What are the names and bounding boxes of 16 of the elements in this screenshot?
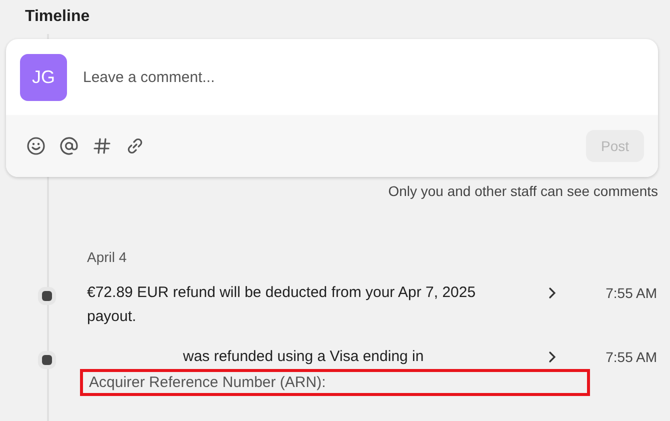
section-title: Timeline <box>24 7 91 27</box>
event-time: 7:55 AM <box>606 348 658 367</box>
mention-icon[interactable] <box>59 136 79 156</box>
link-icon[interactable] <box>125 136 145 156</box>
visibility-note: Only you and other staff can see comments <box>388 183 658 199</box>
chevron-icon[interactable] <box>547 287 557 299</box>
hashtag-icon[interactable] <box>92 136 112 156</box>
chevron-icon[interactable] <box>547 351 557 363</box>
event-text: €72.89 EUR refund will be deducted from your Apr 7, 2025 payout. <box>87 283 477 327</box>
avatar: JG <box>20 54 67 100</box>
event-note: Acquirer Reference Number (ARN): <box>89 374 326 391</box>
emoji-icon[interactable] <box>26 136 46 156</box>
event-time: 7:55 AM <box>606 284 658 303</box>
date-label: April 4 <box>87 249 128 265</box>
comment-field[interactable]: Leave a comment... <box>81 68 644 86</box>
event-text: was refunded using a Visa ending in <box>183 347 425 367</box>
